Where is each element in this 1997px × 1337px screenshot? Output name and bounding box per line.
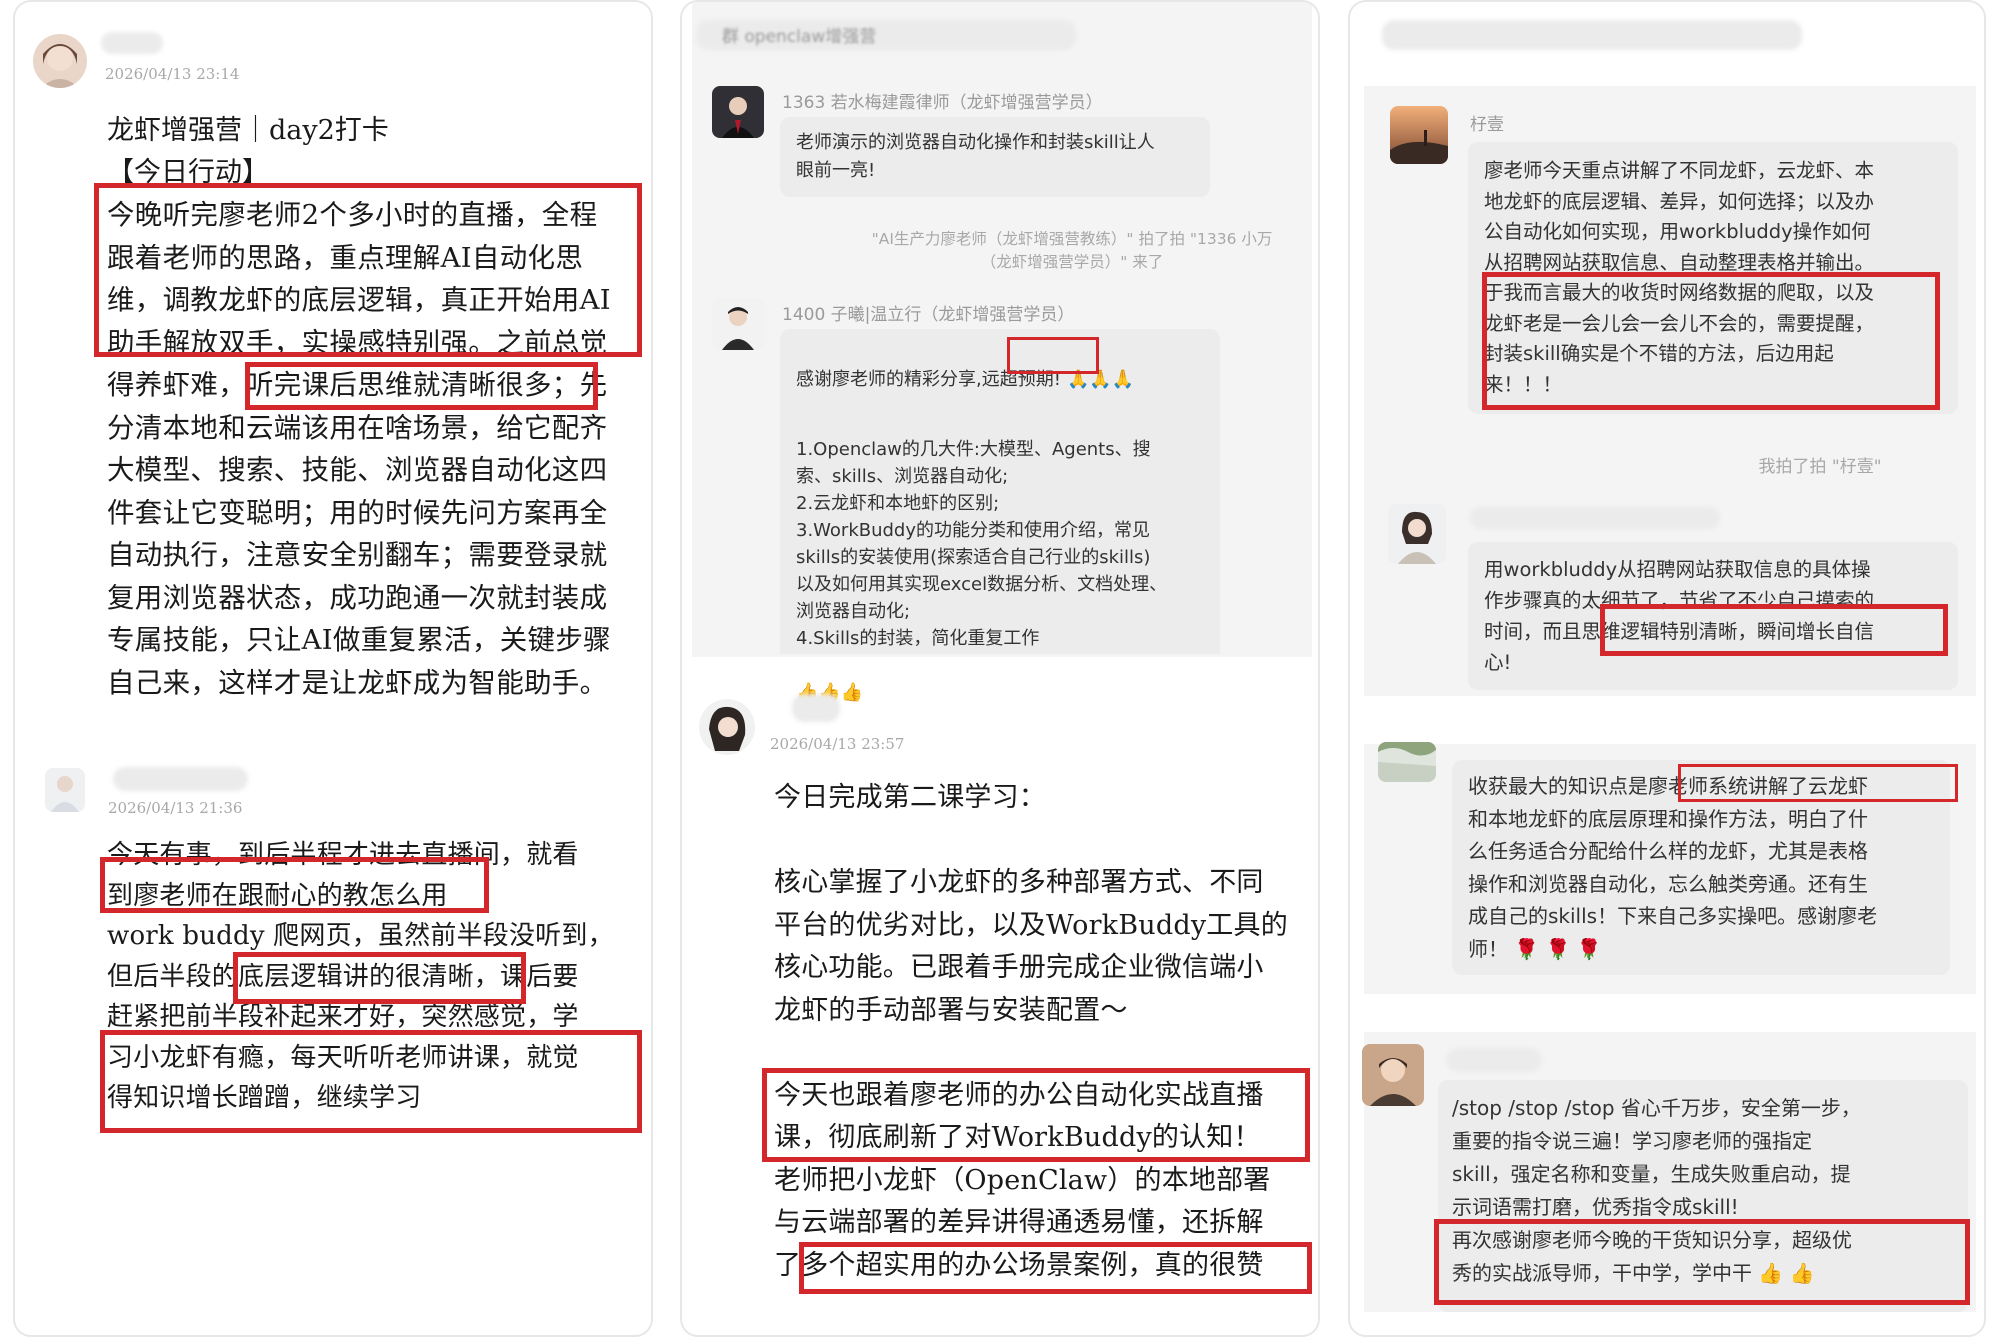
thumbs-emoji: 👍👍👍 (796, 682, 864, 703)
highlighted-phrase: 远超预期! (981, 369, 1061, 390)
user-avatar[interactable] (712, 86, 764, 138)
message-text: 感谢廖老师的精彩分享, (796, 369, 982, 390)
sender-name: 1363 若水梅建霞律师（龙虾增强营学员） (782, 93, 1103, 113)
blurred-username (101, 32, 163, 54)
user-avatar[interactable] (1388, 504, 1446, 564)
bubble-line: 感谢廖老师的精彩分享,远超预期! 🙏🙏🙏 (796, 366, 1204, 393)
message-bubble: 收获最大的知识点是廖老师系统讲解了云龙虾 和本地龙虾的底层原理和操作方法，明白了… (1452, 760, 1950, 975)
blurred-username (1470, 507, 1720, 529)
user-avatar[interactable] (1378, 742, 1436, 782)
pat-notice: 我拍了拍 "杍壹" (1758, 457, 1882, 477)
user-avatar[interactable] (699, 699, 755, 755)
post-body: 今晚听完廖老师2个多小时的直播，全程 跟着老师的思路，重点理解AI自动化思 维，… (107, 199, 611, 699)
message-bubble: 感谢廖老师的精彩分享,远超预期! 🙏🙏🙏 1.Openclaw的几大件:大模型、A… (780, 329, 1220, 703)
message-list: 1.Openclaw的几大件:大模型、Agents、搜 索、skills、浏览器… (796, 439, 1168, 649)
message-bubble: 用workbluddy从招聘网站获取信息的具体操 作步骤真的太细节了，节省了不少… (1468, 542, 1958, 690)
message-bubble: /stop /stop /stop 省心千万步，安全第一步， 重要的指令说三遍！… (1438, 1080, 1968, 1312)
post-body: 今天有事，到后半程才进去直播间，就看 到廖老师在跟耐心的教怎么用 work bu… (107, 840, 614, 1113)
user-avatar[interactable] (1362, 1044, 1424, 1106)
blurred-username (1446, 1048, 1542, 1072)
pat-notice: "AI生产力廖老师（龙虾增强营教练）" 拍了拍 "1336 小万 （龙虾增强营学… (871, 230, 1273, 271)
post-title: 龙虾增强营｜day2打卡 【今日行动】 (107, 115, 389, 188)
pray-emoji: 🙏🙏🙏 (1066, 369, 1135, 390)
blurred-group-title (1382, 20, 1802, 50)
post-date: 2026/04/13 21:36 (108, 799, 243, 817)
left-post-panel: 2026/04/13 23:14 龙虾增强营｜day2打卡 【今日行动】 今晚听… (13, 0, 653, 1337)
group-title: 群 openclaw增强营 (722, 27, 877, 47)
user-avatar[interactable] (1390, 106, 1448, 164)
blurred-username (113, 767, 248, 791)
blurred-username (792, 694, 840, 722)
user-avatar[interactable] (712, 298, 764, 350)
post-date: 2026/04/13 23:57 (770, 735, 905, 753)
message-bubble: 廖老师今天重点讲解了不同龙虾，云龙虾、本 地龙虾的底层逻辑、差异，如何选择；以及… (1468, 142, 1958, 414)
message-bubble: 老师演示的浏览器自动化操作和封装skill让人 眼前一亮! (780, 117, 1210, 197)
post-date: 2026/04/13 23:14 (105, 65, 240, 83)
user-avatar[interactable] (33, 34, 87, 88)
right-chat-panel: 杍壹 廖老师今天重点讲解了不同龙虾，云龙虾、本 地龙虾的底层逻辑、差异，如何选择… (1348, 0, 1986, 1337)
user-avatar[interactable] (45, 768, 85, 812)
post-body: 今日完成第二课学习： 核心掌握了小龙虾的多种部署方式、不同 平台的优劣对比，以及… (774, 782, 1288, 1281)
middle-chat-panel: 群 openclaw增强营 1363 若水梅建霞律师（龙虾增强营学员） 老师演示… (680, 0, 1320, 1337)
sender-name: 杍壹 (1470, 115, 1504, 135)
sender-name: 1400 子曦|温立行（龙虾增强营学员） (782, 305, 1075, 325)
